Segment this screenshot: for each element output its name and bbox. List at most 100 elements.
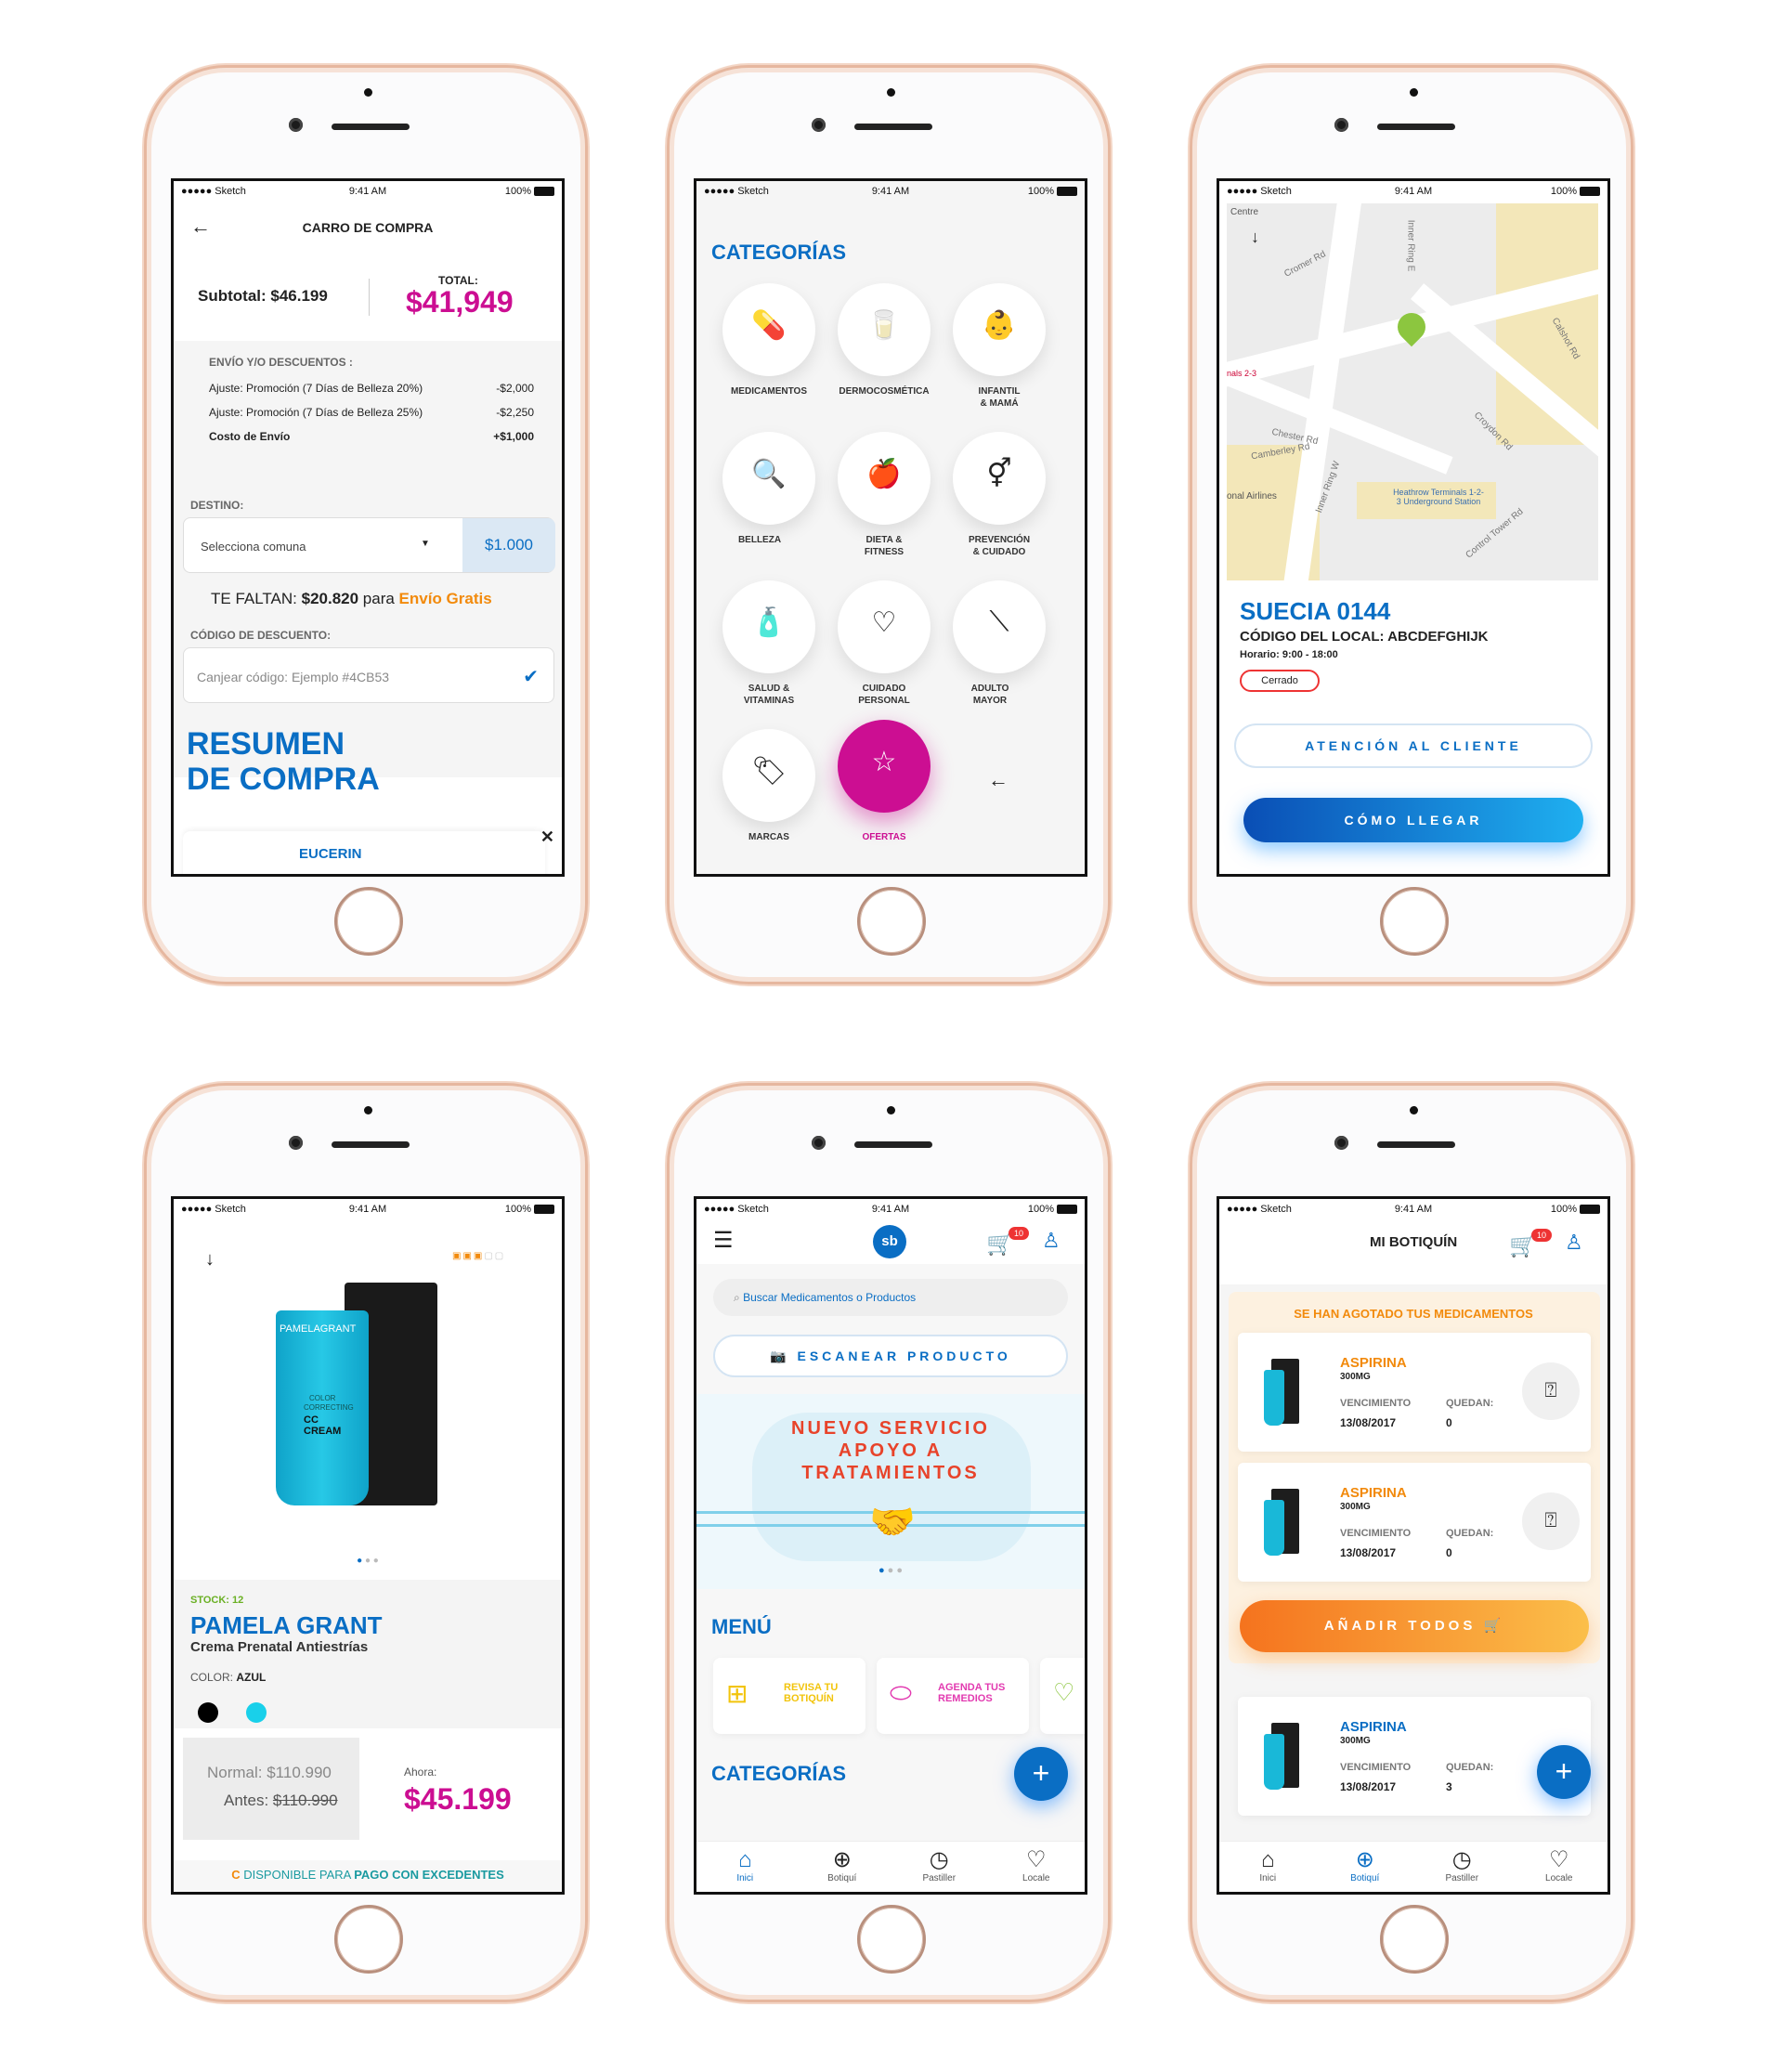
med-dose: 300MG <box>1340 1372 1371 1382</box>
support-button[interactable]: ATENCIÓN AL CLIENTE <box>1234 723 1593 768</box>
front-camera <box>289 118 303 132</box>
tab-inicio[interactable]: ⌂ Inici <box>696 1842 794 1892</box>
status-bar: ●●●●● Sketch 9:41 AM 100% <box>1219 181 1607 202</box>
cat-dieta[interactable]: 🍎 <box>838 432 931 525</box>
phone-cart: ●●●●● Sketch 9:41 AM 100% ← CARRO DE COM… <box>144 65 588 984</box>
back-arrow-icon[interactable]: ← <box>988 768 1009 792</box>
tab-bar: ⌂ Inici ⊕ Botiquí ◷ Pastiller ♡ Locale <box>696 1841 1085 1892</box>
cat-salud[interactable]: 🧴 <box>722 580 815 673</box>
med-dose: 300MG <box>1340 1736 1371 1746</box>
download-arrow-icon: ↓ <box>1251 228 1259 246</box>
clock-icon: ◷ <box>929 1847 949 1872</box>
heart-icon: ♡ <box>871 607 897 638</box>
cat-adulto[interactable]: ⟍ <box>953 580 1046 673</box>
cat-dermocosmetica[interactable]: 🥛 <box>838 283 931 376</box>
map-label: Cromer Rd <box>1282 249 1328 280</box>
tab-botiquin[interactable]: ⊕ Botiquí <box>1317 1842 1414 1892</box>
info-button[interactable]: ⍰ <box>1522 1362 1580 1420</box>
page-title: CARRO DE COMPRA <box>302 220 434 235</box>
check-icon: ✔ <box>523 667 539 687</box>
cat-belleza[interactable]: 🔍 <box>722 432 815 525</box>
destino-section: DESTINO: Selecciona comuna ▼ $1.000 TE F… <box>174 471 562 797</box>
swatch-black[interactable] <box>198 1702 218 1723</box>
cat-cuidado[interactable]: ♡ <box>838 580 931 673</box>
cat-ofertas[interactable]: ☆ <box>838 720 931 813</box>
status-bar: ●●●●● Sketch 9:41 AM 100% <box>696 181 1085 202</box>
home-button[interactable] <box>857 887 926 956</box>
store-screen: ●●●●● Sketch 9:41 AM 100% Centre Cromer … <box>1217 178 1610 877</box>
tab-pastillero[interactable]: ◷ Pastiller <box>891 1842 988 1892</box>
add-all-button[interactable]: AÑADIR TODOS 🛒 <box>1240 1600 1589 1652</box>
tab-locales[interactable]: ♡ Locale <box>1511 1842 1608 1892</box>
med-card[interactable]: ASPIRINA 300MG VENCIMIENTO QUEDAN: 13/08… <box>1238 1463 1591 1582</box>
codigo-label: CÓDIGO DE DESCUENTO: <box>190 629 332 642</box>
home-button[interactable] <box>1380 887 1449 956</box>
banner[interactable]: NUEVO SERVICIO APOYO A TRATAMIENTOS 🤝 ● … <box>696 1394 1085 1589</box>
search-input[interactable]: ⌕ Buscar Medicamentos o Productos <box>713 1279 1068 1316</box>
menu-item-botiquin[interactable]: ⊞ REVISA TU BOTIQUÍN <box>713 1658 865 1734</box>
home-button[interactable] <box>334 1905 403 1974</box>
add-fab-button[interactable]: + <box>1014 1747 1068 1801</box>
menu-item-partial[interactable]: ♡ <box>1040 1658 1085 1734</box>
map-label: Centre <box>1230 207 1259 217</box>
quedan-value: 3 <box>1446 1780 1452 1793</box>
user-icon[interactable]: ♙ <box>1565 1231 1583 1255</box>
cat-label: DERMOCOSMÉTICA <box>839 386 930 397</box>
home-screen: ●●●●● Sketch 9:41 AM 100% ☰ sb 🛒 10 ♙ ⌕ … <box>694 1196 1087 1895</box>
med-card[interactable]: ASPIRINA 300MG VENCIMIENTO QUEDAN: 13/08… <box>1238 1333 1591 1452</box>
front-camera <box>1334 118 1348 132</box>
home-button[interactable] <box>857 1905 926 1974</box>
comuna-select[interactable]: Selecciona comuna ▼ $1.000 <box>183 517 555 573</box>
menu-icon[interactable]: ☰ <box>713 1227 734 1254</box>
close-icon[interactable]: ✕ <box>540 827 554 847</box>
speaker <box>1377 124 1455 130</box>
map[interactable]: Centre Cromer Rd Inner Ring E Chester Rd… <box>1227 203 1598 580</box>
cat-label: SALUD & VITAMINAS <box>743 684 795 706</box>
sensor <box>887 88 895 97</box>
cat-medicamentos[interactable]: 💊 <box>722 283 815 376</box>
cane-icon: ⟍ <box>989 606 1009 637</box>
banner-title: NUEVO SERVICIO <box>791 1418 990 1439</box>
status-bar: ●●●●● Sketch 9:41 AM 100% <box>1219 1199 1607 1219</box>
tab-botiquin[interactable]: ⊕ Botiquí <box>794 1842 892 1892</box>
tab-pastillero[interactable]: ◷ Pastiller <box>1413 1842 1511 1892</box>
cat-marcas[interactable]: 🏷 <box>722 729 815 822</box>
tab-locales[interactable]: ♡ Locale <box>988 1842 1086 1892</box>
cat-infantil[interactable]: 👶 <box>953 283 1046 376</box>
faltan-text: TE FALTAN: $20.820 para Envío Gratis <box>211 590 492 607</box>
front-camera <box>289 1136 303 1150</box>
info-button[interactable]: ⍰ <box>1522 1492 1580 1550</box>
add-fab-button[interactable]: + <box>1537 1745 1591 1799</box>
banner-title: TRATAMIENTOS <box>801 1463 980 1483</box>
cat-prevencion[interactable]: ⚥ <box>953 432 1046 525</box>
quedan-label: QUEDAN: <box>1446 1398 1494 1409</box>
pill-icon: 💊 <box>751 310 787 341</box>
antes-price: Antes: $110.990 <box>224 1792 338 1809</box>
venc-date: 13/08/2017 <box>1340 1546 1397 1559</box>
codigo-input[interactable]: Canjear código: Ejemplo #4CB53 ✔ <box>183 647 554 703</box>
cat-label: BELLEZA <box>737 535 782 545</box>
home-button[interactable] <box>334 887 403 956</box>
chevron-down-icon: ▼ <box>421 539 430 549</box>
collapse-arrow-icon[interactable]: ↓ <box>205 1249 215 1271</box>
swatch-cyan[interactable] <box>246 1702 267 1723</box>
med-card[interactable]: ASPIRINA 300MG VENCIMIENTO QUEDAN: 13/08… <box>1238 1697 1591 1816</box>
scan-button[interactable]: 📷 ESCANEAR PRODUCTO <box>713 1335 1068 1377</box>
product-brand: EUCERIN <box>299 846 362 862</box>
sensor <box>1410 1106 1418 1114</box>
product-card[interactable]: EUCERIN <box>183 831 545 874</box>
tab-inicio[interactable]: ⌂ Inici <box>1219 1842 1317 1892</box>
cart-screen: ●●●●● Sketch 9:41 AM 100% ← CARRO DE COM… <box>171 178 565 877</box>
directions-button[interactable]: CÓMO LLEGAR <box>1243 798 1583 842</box>
menu-item-agenda[interactable]: ⬭ AGENDA TUS REMEDIOS <box>877 1658 1029 1734</box>
user-icon[interactable]: ♙ <box>1042 1229 1061 1253</box>
status-bar: ●●●●● Sketch 9:41 AM 100% <box>174 181 562 202</box>
handshake-icon: 🤝 <box>869 1502 916 1543</box>
tube-text: COLOR <box>309 1394 336 1402</box>
categories-title: CATEGORÍAS <box>711 1762 847 1785</box>
codigo-placeholder: Canjear código: Ejemplo #4CB53 <box>197 670 390 684</box>
kit-icon: ⊕ <box>1355 1847 1374 1872</box>
comuna-price: $1.000 <box>462 518 555 572</box>
home-button[interactable] <box>1380 1905 1449 1974</box>
clock-icon: ◷ <box>1451 1847 1472 1872</box>
